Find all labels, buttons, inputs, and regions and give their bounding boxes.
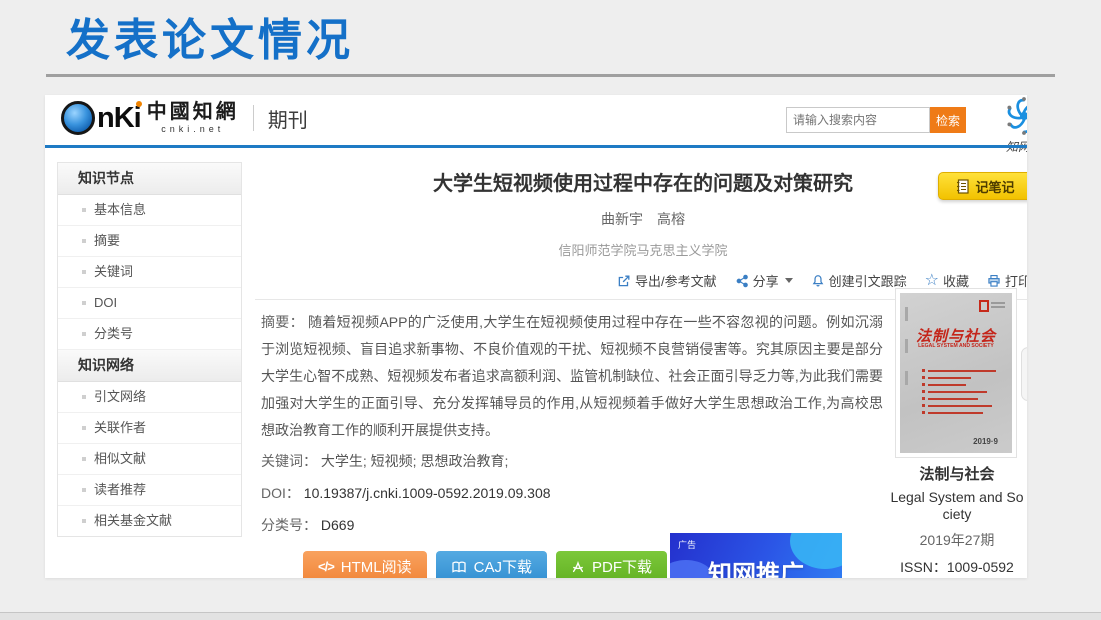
printer-icon <box>987 274 1001 288</box>
article-affiliation[interactable]: 信阳师范学院马克思主义学院 <box>255 240 1027 259</box>
cover-subtitle: LEGAL SYSTEM AND SOCIETY <box>908 343 1003 348</box>
sidebar-item-doi[interactable]: DOI <box>58 288 241 319</box>
cnki-globe-icon <box>61 101 95 135</box>
html-read-button[interactable]: </> HTML阅读 <box>303 551 427 578</box>
bell-icon <box>811 274 825 288</box>
journal-name[interactable]: 法制与社会 <box>883 463 1027 484</box>
sidebar-section-knowledge-node: 知识节点 <box>58 163 241 195</box>
share-icon <box>735 274 749 288</box>
sidebar-item-basic-info[interactable]: 基本信息 <box>58 195 241 226</box>
title-underline <box>46 74 1055 77</box>
journal-info: 法制与社会 Legal System and Society 2019年27期 … <box>883 463 1027 577</box>
clc-label: 分类号： <box>261 517 317 533</box>
export-icon <box>617 274 631 288</box>
sidebar-item-clc[interactable]: 分类号 <box>58 319 241 350</box>
cnki-header: nKi 中國知網 cnki.net 期刊 检索 <box>45 95 1027 145</box>
pdf-download-button[interactable]: PDF下载 <box>556 551 667 578</box>
caret-down-icon <box>785 278 793 283</box>
star-icon: ☆ <box>925 274 939 288</box>
article-meta: 摘要： 随着短视频APP的广泛使用,大学生在短视频使用过程中存在一些不容忽视的问… <box>261 309 883 540</box>
keywords-row: 关键词： 大学生; 短视频; 思想政治教育; <box>261 446 883 476</box>
sidebar-item-reader-recommendation[interactable]: 读者推荐 <box>58 475 241 506</box>
cover-article-list <box>922 369 996 418</box>
journal-issn: ISSN：1009-0592 <box>883 557 1027 577</box>
page-title: 发表论文情况 <box>66 4 354 68</box>
sidebar-item-abstract[interactable]: 摘要 <box>58 226 241 257</box>
ad-tag: 广告 <box>678 538 696 551</box>
cnki-logo[interactable]: nKi 中國知網 cnki.net 期刊 <box>61 101 308 135</box>
keywords-label: 关键词： <box>261 453 317 469</box>
cnki-node-swirl-icon <box>1005 97 1027 135</box>
slide-footer-strip <box>0 612 1101 620</box>
journal-cover-image: 法制与社会 LEGAL SYSTEM AND SOCIETY 2019·9 <box>900 293 1012 453</box>
journal-name-en: Legal System and Society <box>888 489 1026 523</box>
sidebar-item-similar-literature[interactable]: 相似文献 <box>58 444 241 475</box>
cnki-logo-domain: cnki.net <box>161 124 224 134</box>
article-title: 大学生短视频使用过程中存在的问题及对策研究 <box>255 167 1027 196</box>
citation-alert-action[interactable]: 创建引文跟踪 <box>811 271 907 290</box>
cover-issue: 2019·9 <box>973 437 998 446</box>
abstract-label: 摘要： <box>261 314 304 330</box>
clc-value: D669 <box>321 517 354 533</box>
ad-banner[interactable]: 广告 知网推广 <box>670 533 842 578</box>
journal-section-label: 期刊 <box>268 104 308 133</box>
header-divider <box>253 105 254 131</box>
floating-widget-handle[interactable] <box>1021 347 1027 401</box>
cnki-logo-chinese: 中國知網 <box>147 102 239 122</box>
journal-issue[interactable]: 2019年27期 <box>883 530 1027 550</box>
search-input[interactable] <box>786 107 930 133</box>
sidebar-item-keywords[interactable]: 关键词 <box>58 257 241 288</box>
abstract-text: 随着短视频APP的广泛使用,大学生在短视频使用过程中存在一些不容忽视的问题。例如… <box>261 314 883 438</box>
code-icon: </> <box>318 559 334 574</box>
share-action[interactable]: 分享 <box>735 271 793 290</box>
doi-value: 10.19387/j.cnki.1009-0592.2019.09.308 <box>304 485 551 501</box>
notebook-icon <box>956 179 969 194</box>
abstract-paragraph: 摘要： 随着短视频APP的广泛使用,大学生在短视频使用过程中存在一些不容忽视的问… <box>261 309 883 444</box>
search-area: 检索 <box>786 107 966 133</box>
ad-headline: 知网推广 <box>708 554 804 578</box>
header-blue-rule <box>45 145 1027 148</box>
export-references-action[interactable]: 导出/参考文献 <box>617 271 717 290</box>
sidebar-item-citation-network[interactable]: 引文网络 <box>58 382 241 413</box>
caj-download-button[interactable]: CAJ下载 <box>436 551 547 578</box>
journal-seal-icon <box>979 300 1005 312</box>
pdf-reader-icon <box>571 560 585 574</box>
sidebar-item-related-fund-literature[interactable]: 相关基金文献 <box>58 506 241 536</box>
sidebar-section-knowledge-network: 知识网络 <box>58 350 241 382</box>
journal-cover[interactable]: 法制与社会 LEGAL SYSTEM AND SOCIETY 2019·9 <box>895 288 1017 458</box>
cnki-article-page: nKi 中國知網 cnki.net 期刊 检索 <box>45 95 1027 578</box>
doi-label: DOI： <box>261 485 300 501</box>
doi-row: DOI： 10.19387/j.cnki.1009-0592.2019.09.3… <box>261 478 883 508</box>
keywords-value[interactable]: 大学生; 短视频; 思想政治教育; <box>321 453 508 469</box>
presentation-slide: 发表论文情况 nKi 中國知網 cnki.net 期刊 检索 <box>0 0 1101 620</box>
cnki-logo-latin: nKi <box>97 102 141 135</box>
search-button[interactable]: 检索 <box>930 107 966 133</box>
article-authors[interactable]: 曲新宇 高榕 <box>255 209 1027 229</box>
take-notes-button[interactable]: 记笔记 <box>938 172 1027 200</box>
book-icon <box>451 560 467 574</box>
sidebar-item-related-authors[interactable]: 关联作者 <box>58 413 241 444</box>
sidebar: 知识节点 基本信息 摘要 关键词 DOI 分类号 知识网络 引文网络 关联作者 … <box>57 162 242 537</box>
